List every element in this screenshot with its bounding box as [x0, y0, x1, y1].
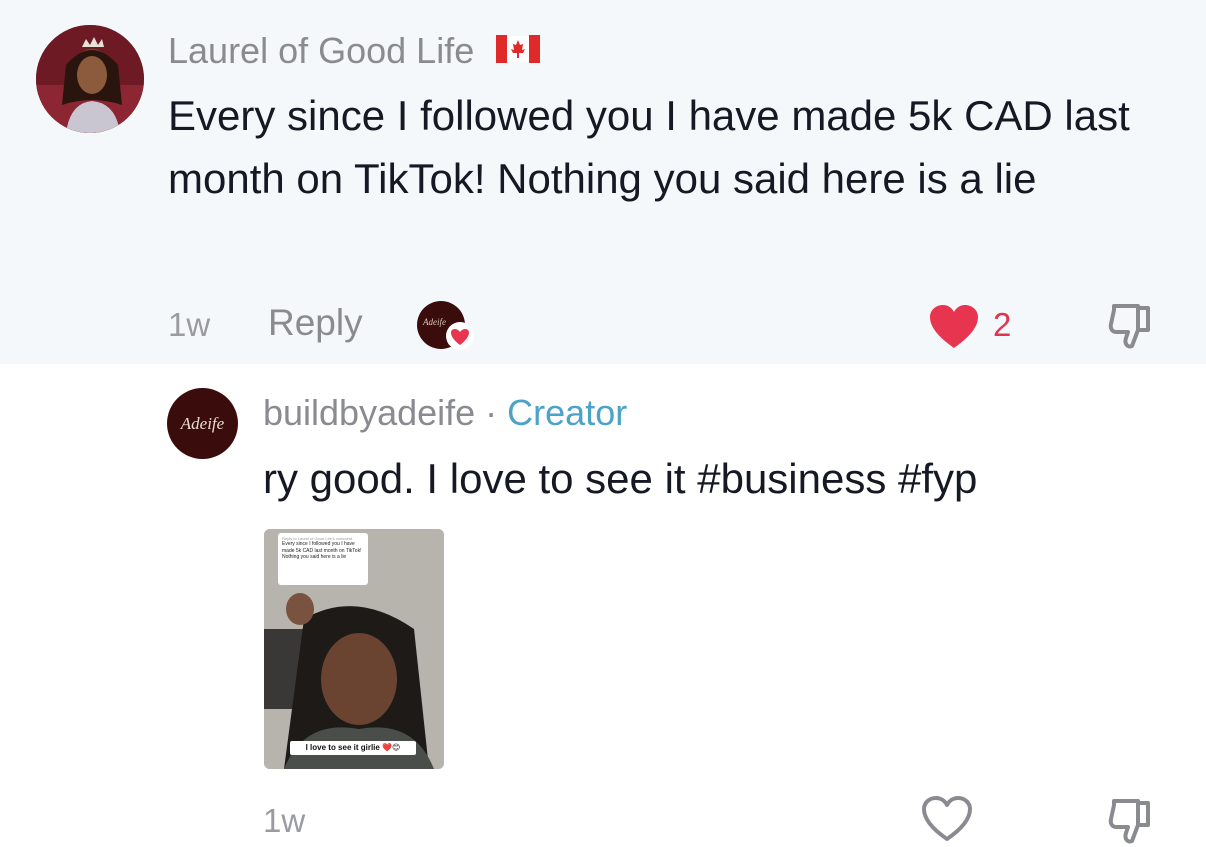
reply-username[interactable]: buildbyadeife · Creator	[263, 392, 627, 434]
heart-icon	[446, 322, 474, 350]
thumbnail-caption: I love to see it girlie ❤️😊	[290, 741, 416, 755]
dislike-icon[interactable]	[1108, 795, 1154, 847]
creator-badge: Creator	[507, 392, 628, 433]
comment-text: Every since I followed you I have made 5…	[168, 92, 1130, 202]
username-text[interactable]: Laurel of Good Life	[168, 30, 474, 71]
username-text[interactable]: buildbyadeife	[263, 392, 475, 433]
comment-timestamp: 1w	[168, 306, 211, 343]
heart-outline-icon[interactable]	[920, 795, 974, 843]
mini-avatar-text: Adeife	[423, 317, 446, 327]
dislike-icon[interactable]	[1108, 300, 1154, 352]
canada-flag-icon	[496, 35, 541, 64]
reply-button[interactable]: Reply	[268, 302, 363, 344]
heart-icon[interactable]	[928, 304, 980, 350]
avatar[interactable]	[36, 25, 144, 133]
reply-text: ry good. I love to see it #business #fyp	[263, 455, 978, 502]
reply-timestamp: 1w	[263, 802, 306, 839]
video-thumbnail[interactable]: Reply to Laurel of Good Life's comment E…	[264, 529, 444, 769]
card-text: Every since I followed you I have made 5…	[282, 541, 362, 560]
comment-username[interactable]: Laurel of Good Life	[168, 30, 541, 72]
avatar-text: Adeife	[180, 413, 225, 433]
like-count: 2	[993, 306, 1012, 343]
separator: ·	[475, 392, 508, 433]
avatar[interactable]: Adeife	[167, 388, 238, 459]
thumbnail-comment-card: Reply to Laurel of Good Life's comment E…	[278, 533, 368, 585]
